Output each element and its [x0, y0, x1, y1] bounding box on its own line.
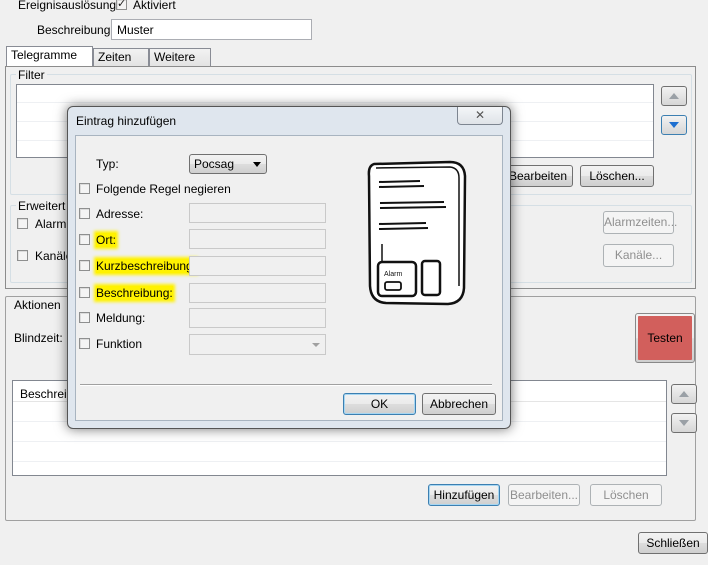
filter-group-title: Filter: [16, 68, 47, 82]
move-down-button[interactable]: [661, 115, 687, 135]
arrow-down-icon: [669, 122, 679, 128]
location-checkbox[interactable]: [79, 234, 90, 245]
filter-edit-button[interactable]: Bearbeiten: [503, 165, 573, 187]
blind-time-label: Blindzeit:: [14, 331, 63, 345]
tab-telegrams[interactable]: Telegramme (0): [6, 46, 93, 79]
delete-action-button[interactable]: Löschen: [590, 484, 662, 506]
description-label: Beschreibung:: [37, 23, 114, 37]
activated-label: Aktiviert: [133, 0, 176, 12]
negate-rule-label: Folgende Regel negieren: [96, 182, 231, 196]
alarm-times-button[interactable]: Alarmzeiten...: [603, 211, 677, 234]
activated-checkbox[interactable]: [116, 0, 127, 10]
location-label: Ort:: [96, 233, 116, 247]
dialog-divider: [80, 384, 492, 386]
alarm-checkbox[interactable]: [17, 218, 28, 229]
dialog-title: Eintrag hinzufügen: [76, 114, 177, 128]
actions-group-title: Aktionen: [12, 298, 63, 312]
short-description-label: Kurzbeschreibung:: [96, 259, 197, 273]
address-checkbox[interactable]: [79, 208, 90, 219]
type-label: Typ:: [96, 157, 119, 171]
negate-rule-checkbox[interactable]: [79, 183, 90, 194]
type-select[interactable]: Pocsag: [189, 154, 267, 174]
message-input[interactable]: [189, 308, 326, 328]
short-description-checkbox[interactable]: [79, 260, 90, 271]
arrow-up-icon: [679, 391, 689, 397]
channels-checkbox[interactable]: [17, 250, 28, 261]
add-action-button[interactable]: Hinzufügen: [428, 484, 500, 506]
message-checkbox[interactable]: [79, 312, 90, 323]
close-button[interactable]: Schließen: [638, 532, 708, 554]
filter-delete-button[interactable]: Löschen...: [580, 165, 654, 187]
cancel-button[interactable]: Abbrechen: [422, 393, 496, 415]
function-select[interactable]: [189, 334, 326, 355]
move-up-button[interactable]: [661, 86, 687, 106]
dialog-close-icon[interactable]: ✕: [457, 107, 503, 125]
description-checkbox[interactable]: [79, 287, 90, 298]
pager-icon: Alarm: [367, 160, 467, 306]
location-input[interactable]: [189, 229, 326, 249]
tab-more[interactable]: Weitere (0): [149, 48, 211, 81]
address-input[interactable]: [189, 203, 326, 223]
arrow-up-icon: [669, 93, 679, 99]
function-label: Funktion: [96, 337, 143, 351]
action-move-up-button[interactable]: [671, 384, 697, 404]
function-checkbox[interactable]: [79, 338, 90, 349]
tab-times[interactable]: Zeiten (0): [93, 48, 149, 81]
add-entry-dialog: Eintrag hinzufügen ✕ Typ: Pocsag Folgend…: [67, 106, 511, 429]
action-move-down-button[interactable]: [671, 413, 697, 433]
event-trigger-label: Ereignisauslösung:: [18, 0, 120, 12]
address-label: Adresse:: [96, 207, 144, 221]
description-input[interactable]: Muster: [111, 19, 312, 40]
ok-button[interactable]: OK: [343, 393, 416, 415]
test-button[interactable]: Testen: [635, 313, 695, 363]
arrow-down-icon: [679, 420, 689, 426]
dialog-body: Typ: Pocsag Folgende Regel negieren Adre…: [75, 135, 503, 421]
chevron-down-icon: [253, 162, 261, 167]
dialog-description-input[interactable]: [189, 283, 326, 303]
channels-button[interactable]: Kanäle...: [603, 244, 674, 267]
dialog-description-label: Beschreibung:: [96, 286, 173, 300]
advanced-group-title: Erweitert: [16, 199, 68, 213]
chevron-down-icon: [312, 343, 320, 347]
short-description-input[interactable]: [189, 256, 326, 276]
svg-text:Alarm: Alarm: [384, 271, 402, 278]
edit-action-button[interactable]: Bearbeiten...: [508, 484, 580, 506]
message-label: Meldung:: [96, 311, 146, 325]
